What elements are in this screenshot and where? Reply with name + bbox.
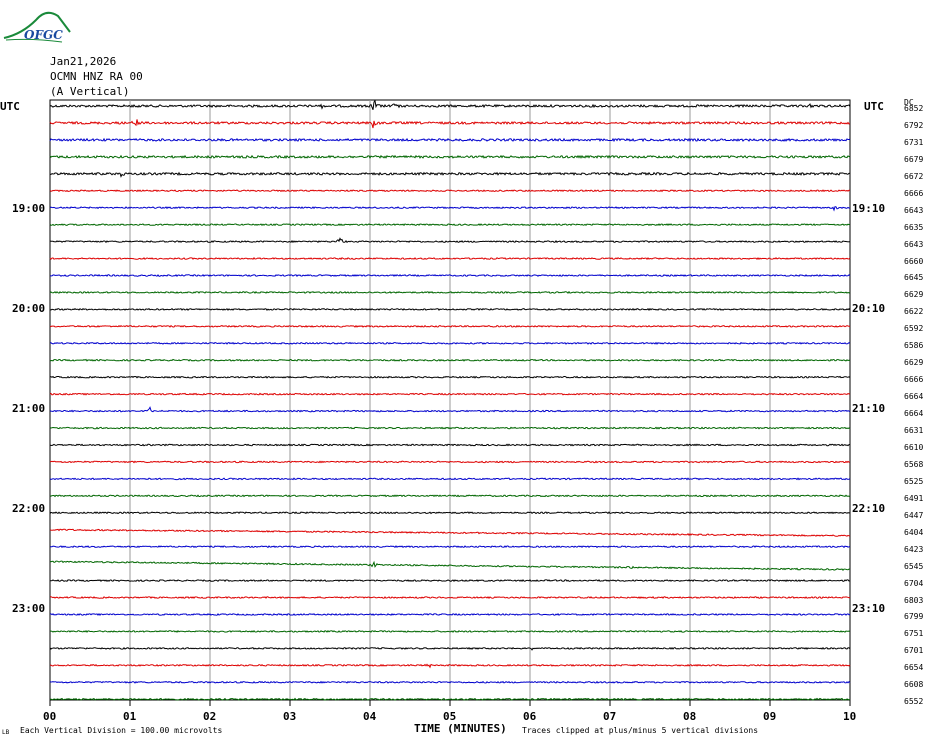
x-tick-label: 09 xyxy=(763,710,777,723)
dc-offset-label: 6447 xyxy=(904,510,924,520)
dc-offset-label: 6629 xyxy=(904,290,924,300)
dc-offset-label: 6643 xyxy=(904,239,924,249)
dc-offset-label: 6664 xyxy=(904,392,924,402)
x-tick-label: 08 xyxy=(683,710,697,723)
dc-offset-label: 6423 xyxy=(904,544,924,554)
dc-offset-label: 6404 xyxy=(904,527,924,537)
x-tick-label: 03 xyxy=(283,710,297,723)
x-tick-label: 01 xyxy=(123,710,137,723)
dc-offset-label: 6664 xyxy=(904,409,924,419)
dc-offset-label: 6701 xyxy=(904,646,924,656)
dc-offset-label: 6751 xyxy=(904,629,924,639)
dc-offset-label: 6592 xyxy=(904,324,924,334)
dc-offset-label: 6635 xyxy=(904,222,924,232)
x-tick-label: 06 xyxy=(523,710,537,723)
footer-vertical-division-note: Each Vertical Division = 100.00 microvol… xyxy=(20,726,223,735)
dc-offset-label: 6608 xyxy=(904,680,924,690)
dc-offset-label: 6631 xyxy=(904,426,924,436)
dc-offset-label: 6792 xyxy=(904,120,924,130)
x-axis-label: TIME (MINUTES) xyxy=(414,722,507,735)
dc-offset-label: 6622 xyxy=(904,307,924,317)
dc-offset-label: 6672 xyxy=(904,171,924,181)
x-tick-label: 02 xyxy=(203,710,217,723)
dc-offset-label: 6666 xyxy=(904,188,924,198)
dc-offset-label: 6491 xyxy=(904,493,924,503)
dc-offset-label: 6568 xyxy=(904,459,924,469)
dc-offset-label: 6643 xyxy=(904,205,924,215)
dc-offset-label: 6704 xyxy=(904,578,924,588)
seismic-trace xyxy=(49,223,851,227)
dc-offset-label: 6803 xyxy=(904,595,924,605)
dc-offset-label: 6629 xyxy=(904,358,924,368)
dc-offset-label: 6731 xyxy=(904,137,924,147)
dc-offset-label: 6666 xyxy=(904,375,924,385)
x-tick-label: 10 xyxy=(843,710,857,723)
footer-clipping-note: Traces clipped at plus/minus 5 vertical … xyxy=(522,726,759,735)
dc-offset-label: 6852 xyxy=(904,104,924,113)
dc-offset-label: 6679 xyxy=(904,154,924,164)
dc-offset-label: 6552 xyxy=(904,697,924,707)
x-tick-label: 00 xyxy=(43,710,57,723)
dc-offset-label: 6525 xyxy=(904,476,924,486)
dc-offset-label: 6645 xyxy=(904,273,924,283)
dc-offset-label: 6545 xyxy=(904,561,924,571)
x-tick-label: 04 xyxy=(363,710,377,723)
helicorder-plot xyxy=(49,99,851,706)
dc-offset-label: 6654 xyxy=(904,663,924,673)
x-tick-label: 07 xyxy=(603,710,617,723)
footer-small-mark: LB xyxy=(2,729,10,736)
dc-offset-label: 6660 xyxy=(904,256,924,266)
dc-offset-label: 6586 xyxy=(904,341,924,351)
dc-offset-label: 6799 xyxy=(904,612,924,622)
dc-offset-label: 6610 xyxy=(904,442,924,452)
